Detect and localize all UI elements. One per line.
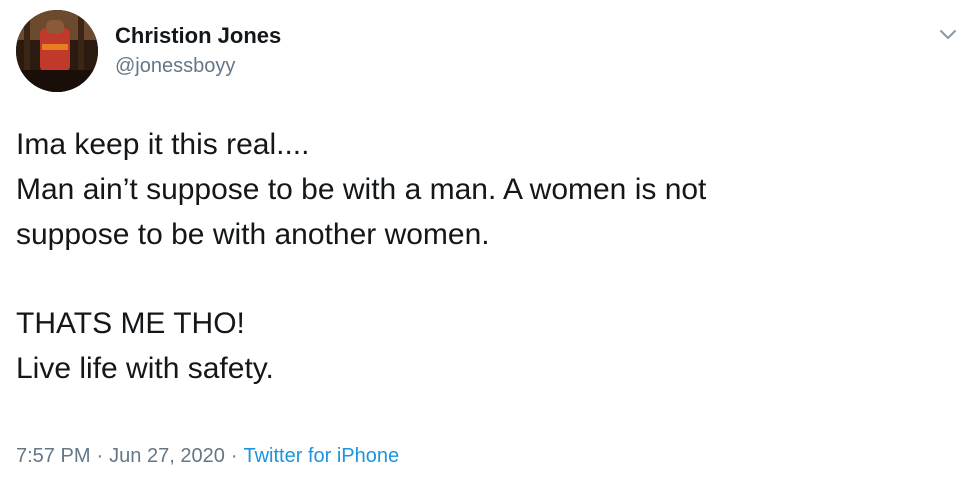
chevron-down-icon[interactable] — [936, 22, 960, 46]
tweet-date[interactable]: Jun 27, 2020 — [109, 445, 225, 467]
display-name[interactable]: Christion Jones — [115, 22, 281, 50]
meta-separator: · — [230, 445, 238, 467]
tweet-meta: 7:57 PM · Jun 27, 2020 · Twitter for iPhone — [16, 445, 399, 468]
tweet-text-line: Man ain’t suppose to be with a man. A wo… — [16, 173, 707, 206]
avatar-image — [16, 10, 98, 92]
meta-separator: · — [96, 445, 104, 467]
tweet-header: Christion Jones @jonessboyy — [16, 10, 964, 92]
tweet-text-line: Ima keep it this real.... — [16, 128, 310, 161]
tweet-text-line: THATS ME THO! — [16, 307, 245, 340]
tweet-text-line: Live life with safety. — [16, 352, 274, 385]
author-names: Christion Jones @jonessboyy — [115, 22, 281, 80]
tweet-time[interactable]: 7:57 PM — [16, 445, 90, 467]
tweet-text: Ima keep it this real.... Man ain’t supp… — [16, 122, 964, 391]
tweet-card: Christion Jones @jonessboyy Ima keep it … — [0, 0, 980, 486]
tweet-source-link[interactable]: Twitter for iPhone — [243, 445, 399, 467]
avatar[interactable] — [16, 10, 98, 92]
user-handle[interactable]: @jonessboyy — [115, 52, 281, 80]
tweet-text-line: suppose to be with another women. — [16, 218, 490, 251]
